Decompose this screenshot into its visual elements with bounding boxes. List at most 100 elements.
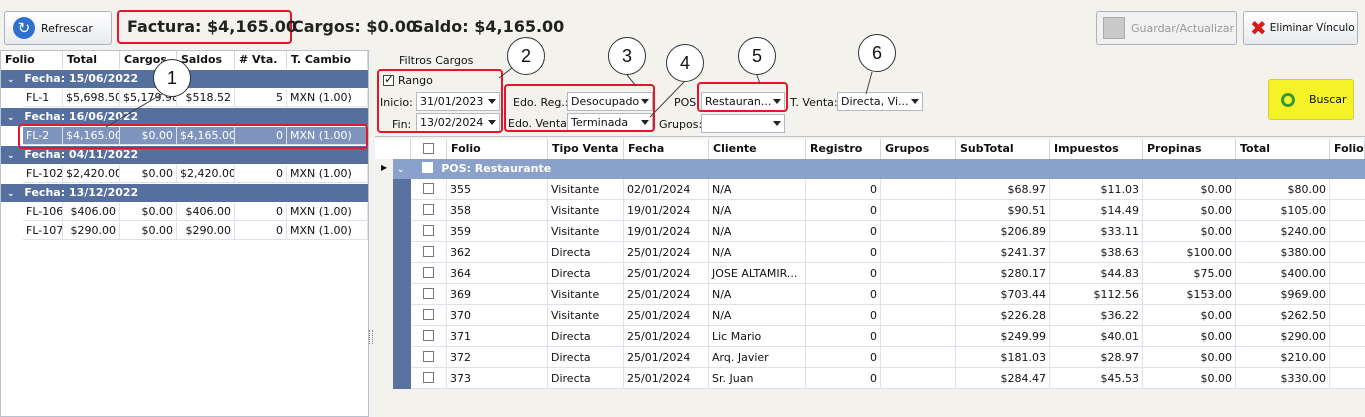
cell-grupos [881, 347, 956, 368]
cell-total: $290.00 [1236, 326, 1330, 347]
table-row[interactable]: 359 Visitante 19/01/2024 N/A 0 $206.89 $33.11 $… [411, 221, 1365, 242]
cell-cliente: Arq. Javier [709, 347, 806, 368]
cell-subtotal: $280.17 [956, 263, 1050, 284]
cell-registro: 0 [806, 221, 881, 242]
cell-checkbox [411, 284, 447, 305]
table-row[interactable]: 371 Directa 25/01/2024 Lic Mario 0 $249.99 $40… [411, 326, 1365, 347]
cell-propinas: $0.00 [1143, 347, 1236, 368]
cell-subtotal: $90.51 [956, 200, 1050, 221]
cell-total: $380.00 [1236, 242, 1330, 263]
cell-folio: 362 [447, 242, 548, 263]
table-row[interactable]: 369 Visitante 25/01/2024 N/A 0 $703.44 $112.56… [411, 284, 1365, 305]
cell-fecha: 25/01/2024 [624, 263, 709, 284]
cell-grupos [881, 368, 956, 389]
cell-checkbox [411, 305, 447, 326]
cell-total: $240.00 [1236, 221, 1330, 242]
cell-propinas: $0.00 [1143, 221, 1236, 242]
cell-grupos [881, 242, 956, 263]
cell-impuestos: $11.03 [1050, 179, 1143, 200]
cell-subtotal: $181.03 [956, 347, 1050, 368]
cell-grupos [881, 200, 956, 221]
cell-grupos [881, 326, 956, 347]
cell-folio: 369 [447, 284, 548, 305]
cell-fecha: 19/01/2024 [624, 221, 709, 242]
cell-impuestos: $44.83 [1050, 263, 1143, 284]
cell-folio: 372 [447, 347, 548, 368]
col-propinas[interactable]: Propinas [1143, 139, 1236, 159]
cell-registro: 0 [806, 284, 881, 305]
cell-propinas: $0.00 [1143, 179, 1236, 200]
col-tipo-venta[interactable]: Tipo Venta [548, 139, 624, 159]
table-row[interactable]: 358 Visitante 19/01/2024 N/A 0 $90.51 $14.49 $0… [411, 200, 1365, 221]
cell-grupos [881, 263, 956, 284]
cell-propinas: $100.00 [1143, 242, 1236, 263]
cell-grupos [881, 221, 956, 242]
table-row[interactable]: 370 Visitante 25/01/2024 N/A 0 $226.28 $36.22 $… [411, 305, 1365, 326]
cell-checkbox [411, 200, 447, 221]
col-fecha[interactable]: Fecha [624, 139, 709, 159]
cell-impuestos: $14.49 [1050, 200, 1143, 221]
cell-registro: 0 [806, 179, 881, 200]
cell-registro: 0 [806, 263, 881, 284]
cell-propinas: $153.00 [1143, 284, 1236, 305]
cell-cliente: N/A [709, 179, 806, 200]
table-row[interactable]: 372 Directa 25/01/2024 Arq. Javier 0 $181.03 $… [411, 347, 1365, 368]
cell-registro: 0 [806, 326, 881, 347]
select-all-checkbox[interactable] [423, 143, 434, 154]
cell-tipo-venta: Visitante [548, 284, 624, 305]
cell-tipo-venta: Directa [548, 347, 624, 368]
cell-total: $262.50 [1236, 305, 1330, 326]
cell-subtotal: $226.28 [956, 305, 1050, 326]
cell-registro: 0 [806, 347, 881, 368]
cell-tipo-venta: Visitante [548, 305, 624, 326]
cell-cliente: Sr. Juan [709, 368, 806, 389]
cell-checkbox [411, 368, 447, 389]
col-registro[interactable]: Registro [806, 139, 881, 159]
col-select-all[interactable] [411, 139, 447, 159]
cell-impuestos: $40.01 [1050, 326, 1143, 347]
cell-impuestos: $36.22 [1050, 305, 1143, 326]
cell-cliente: N/A [709, 221, 806, 242]
col-folio-2[interactable]: Folio [1330, 139, 1365, 159]
cell-folio: 359 [447, 221, 548, 242]
cell-registro: 0 [806, 242, 881, 263]
cell-folio: 373 [447, 368, 548, 389]
cell-registro: 0 [806, 200, 881, 221]
cell-subtotal: $68.97 [956, 179, 1050, 200]
table-row[interactable]: 355 Visitante 02/01/2024 N/A 0 $68.97 $11.03 $0… [411, 179, 1365, 200]
cell-cliente: Lic Mario [709, 326, 806, 347]
charges-grid: Folio Tipo Venta Fecha Cliente Registro … [375, 136, 1365, 417]
cell-fecha: 25/01/2024 [624, 326, 709, 347]
cell-checkbox [411, 221, 447, 242]
cell-checkbox [411, 179, 447, 200]
cell-total: $210.00 [1236, 347, 1330, 368]
table-row[interactable]: 364 Directa 25/01/2024 JOSE ALTAMIR... 0 $280… [411, 263, 1365, 284]
cell-fecha: 25/01/2024 [624, 347, 709, 368]
col-grupos[interactable]: Grupos [881, 139, 956, 159]
col-indicator [375, 139, 411, 159]
col-folio[interactable]: Folio [447, 139, 548, 159]
col-total[interactable]: Total [1236, 139, 1330, 159]
cell-tipo-venta: Directa [548, 263, 624, 284]
cell-fecha: 25/01/2024 [624, 242, 709, 263]
cell-cliente: N/A [709, 284, 806, 305]
table-row[interactable]: 373 Directa 25/01/2024 Sr. Juan 0 $284.47 $45.… [411, 368, 1365, 389]
col-subtotal[interactable]: SubTotal [956, 139, 1050, 159]
cell-subtotal: $206.89 [956, 221, 1050, 242]
cell-tipo-venta: Visitante [548, 221, 624, 242]
cell-cliente: N/A [709, 305, 806, 326]
table-row[interactable]: 362 Directa 25/01/2024 N/A 0 $241.37 $38.63 $10… [411, 242, 1365, 263]
cell-folio: 355 [447, 179, 548, 200]
pos-group-row[interactable]: ⌄ POS: Restaurante [393, 159, 1365, 179]
group-checkbox[interactable] [422, 162, 434, 173]
cell-subtotal: $703.44 [956, 284, 1050, 305]
cell-grupos [881, 284, 956, 305]
col-impuestos[interactable]: Impuestos [1050, 139, 1143, 159]
cell-total: $330.00 [1236, 368, 1330, 389]
col-cliente[interactable]: Cliente [709, 139, 806, 159]
cell-tipo-venta: Visitante [548, 179, 624, 200]
cell-propinas: $0.00 [1143, 368, 1236, 389]
cell-folio: 371 [447, 326, 548, 347]
cell-cliente: N/A [709, 242, 806, 263]
chevron-down-icon: ⌄ [397, 165, 405, 175]
